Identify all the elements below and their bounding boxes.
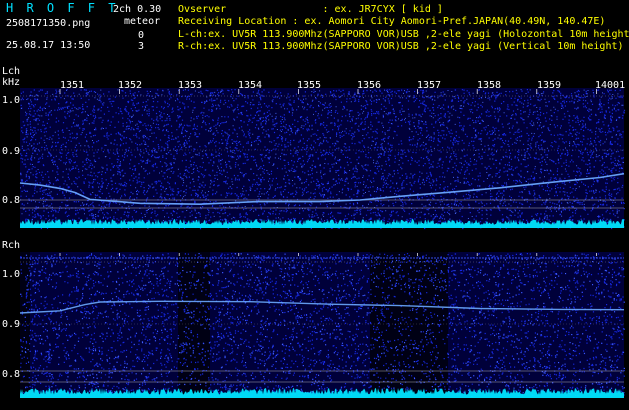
rch-y-label: 0.8	[2, 369, 21, 380]
lch-y-label: 0.8	[2, 195, 21, 206]
rch-waterfall	[20, 252, 625, 398]
khz-unit-label: kHz	[2, 77, 21, 88]
rch-info-line: R-ch:ex. UV5R 113.900Mhz(SAPPORO VOR)USB…	[178, 41, 624, 52]
lch-field	[20, 88, 624, 228]
spectrogram-display	[0, 0, 629, 410]
time-tick-label: 1352	[118, 80, 143, 91]
rch-y-label: 1.0	[2, 269, 21, 280]
time-tick-label: 1359	[537, 80, 562, 91]
time-tick-label: 14001	[595, 80, 626, 91]
meteor-count-rch: 3	[138, 41, 145, 52]
rch-dark-band	[178, 252, 210, 397]
lch-y-label: 1.0	[2, 95, 21, 106]
location-line: Receiving Location : ex. Aomori City Aom…	[178, 16, 606, 27]
time-tick-label: 1351	[60, 80, 85, 91]
filename-label: 2508171350.png	[6, 18, 91, 29]
time-tick-label: 1355	[297, 80, 322, 91]
time-tick-label: 1353	[178, 80, 203, 91]
time-tick-label: 1357	[417, 80, 442, 91]
time-tick-label: 1356	[357, 80, 382, 91]
lch-info-line: L-ch:ex. UV5R 113.900Mhz(SAPPORO VOR)USB…	[178, 29, 629, 40]
channel-mode-label: 2ch 0.30	[113, 4, 162, 15]
datetime-label: 25.08.17 13:50	[6, 40, 91, 51]
time-tick-label: 1358	[477, 80, 502, 91]
app-title: H R O F F T	[6, 1, 119, 15]
rch-y-label: 0.9	[2, 319, 21, 330]
time-tick-label: 1354	[238, 80, 263, 91]
rch-label: Rch	[2, 240, 21, 251]
meteor-label: meteor	[124, 16, 161, 27]
observer-line: Ovserver : ex. JR7CYX [ kid ]	[178, 4, 443, 15]
lch-y-label: 0.9	[2, 146, 21, 157]
